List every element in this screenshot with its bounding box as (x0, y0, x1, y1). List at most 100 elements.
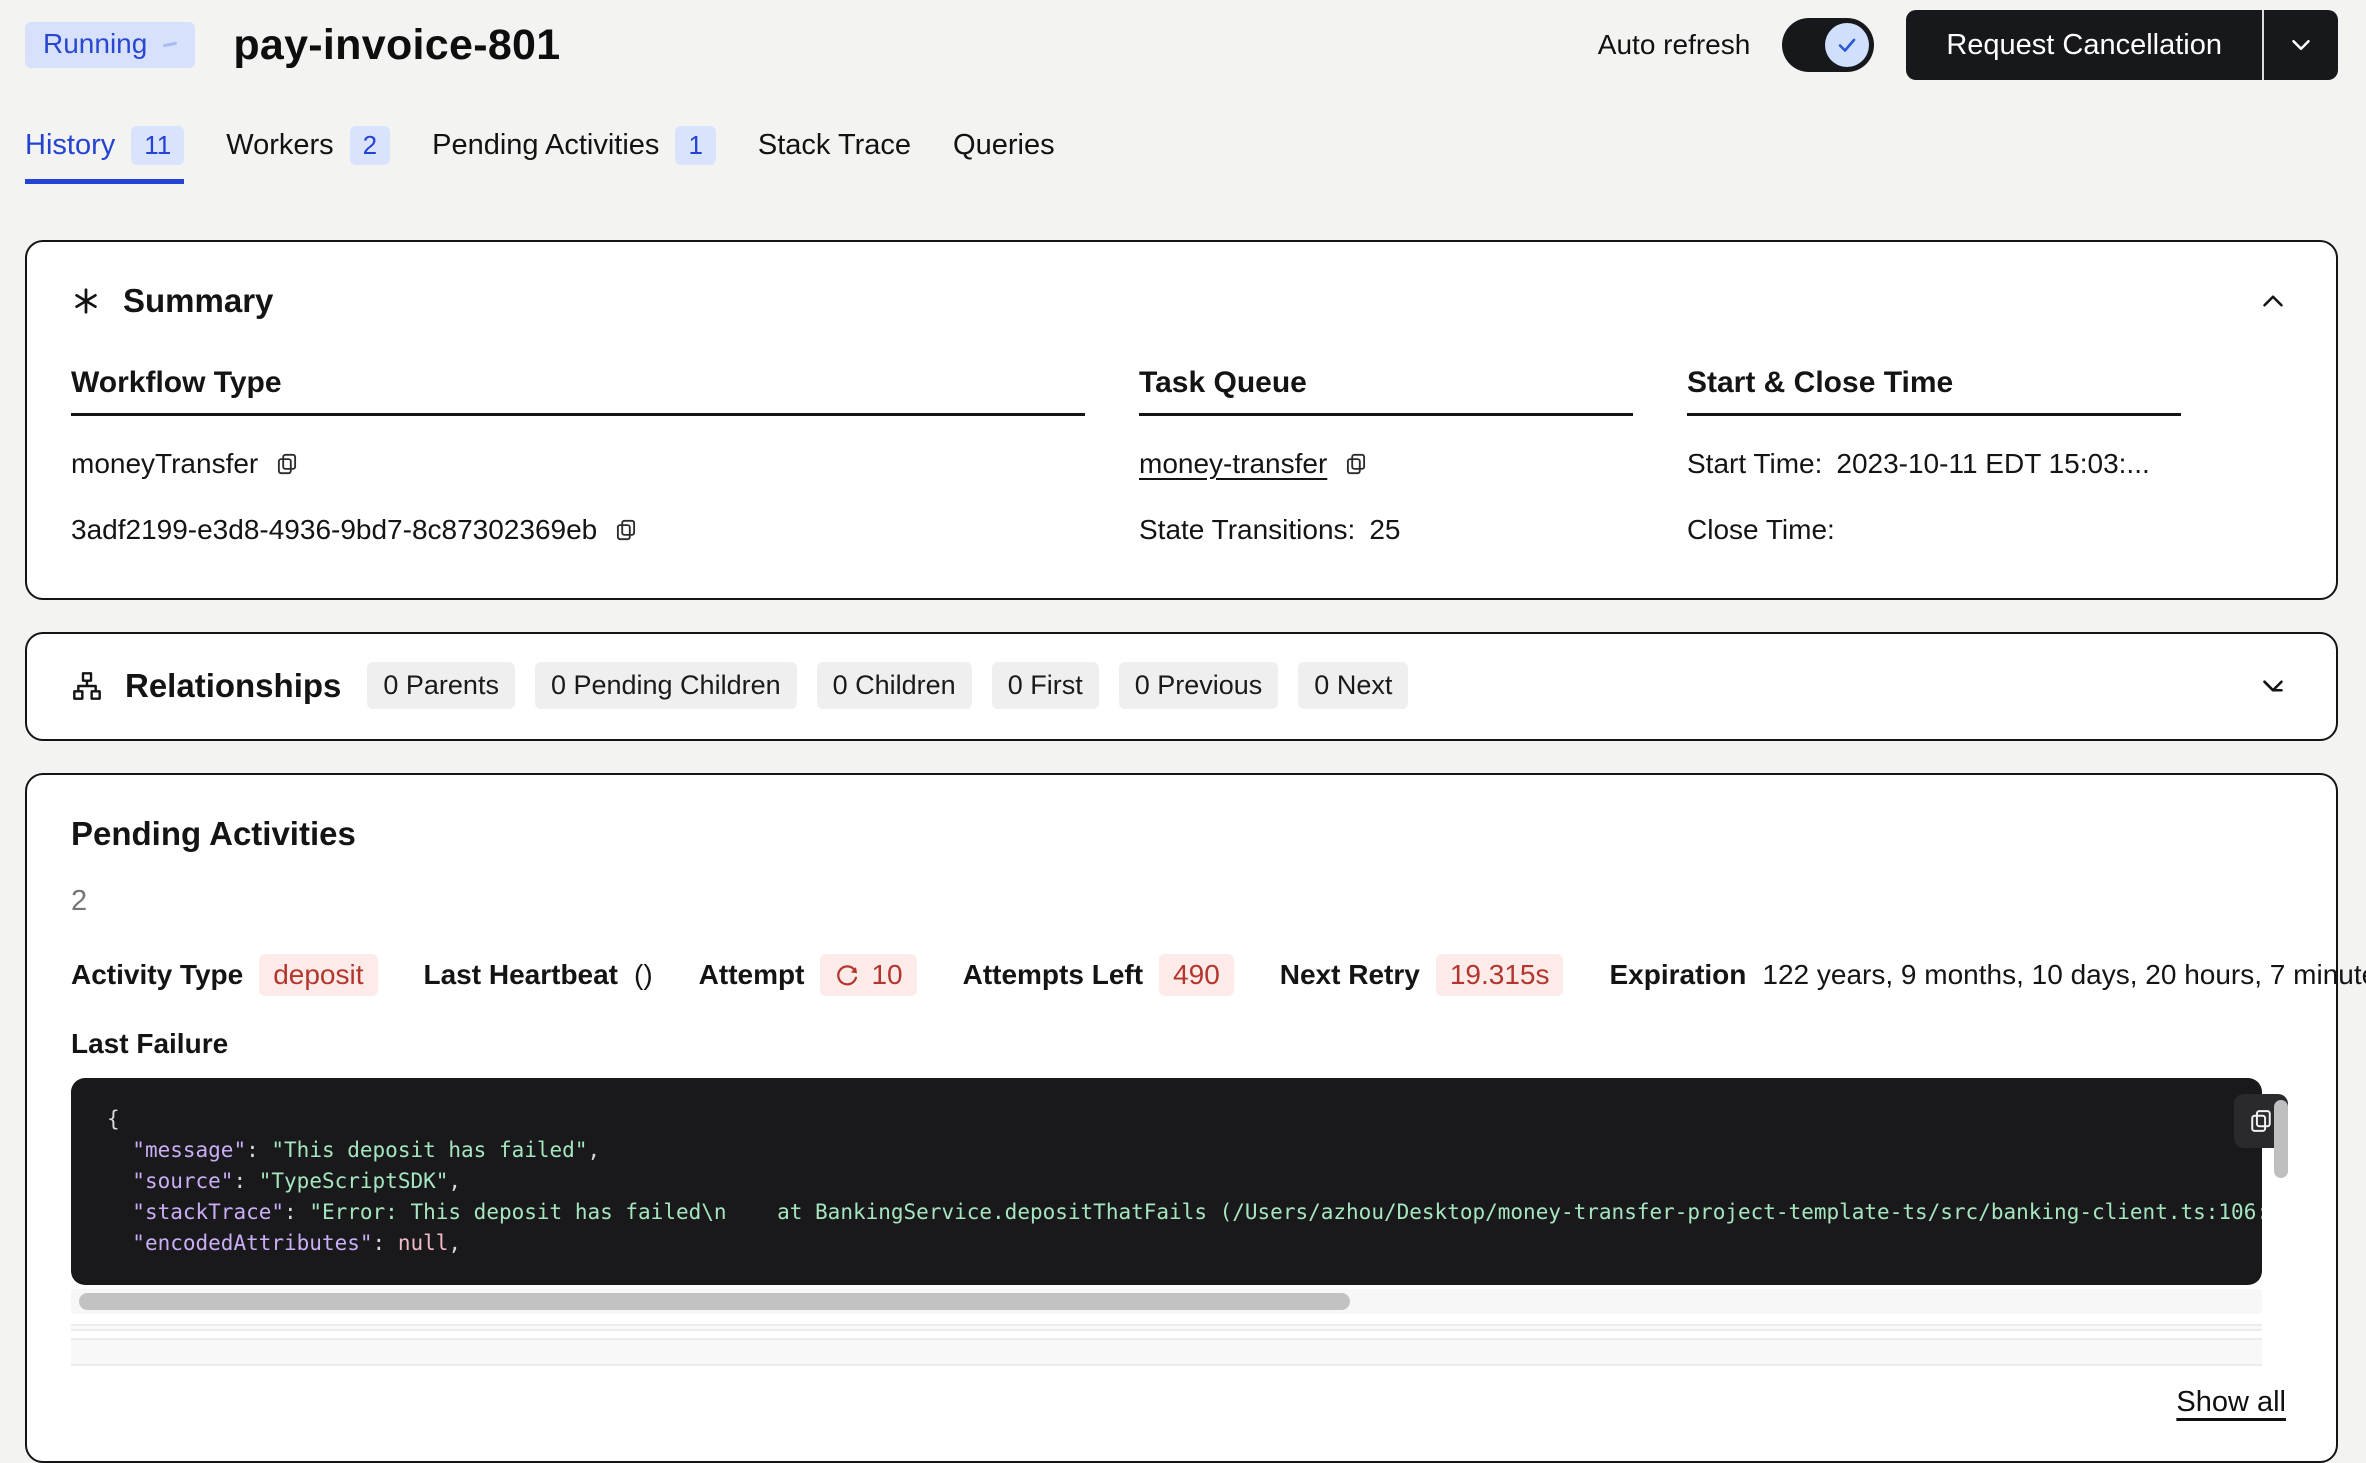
chevron-down-icon (2286, 30, 2316, 60)
code-vertical-scrollbar[interactable] (2274, 1100, 2288, 1178)
attempts-left-label: Attempts Left (963, 959, 1143, 991)
copy-icon (1343, 451, 1369, 477)
tab-stack-trace[interactable]: Stack Trace (758, 126, 911, 184)
request-cancellation-split-button: Request Cancellation (1906, 10, 2338, 80)
copy-run-id-button[interactable] (613, 517, 639, 543)
attempts-left-value-badge: 490 (1159, 954, 1234, 996)
last-failure-code-area: { "message": "This deposit has failed", … (71, 1078, 2292, 1285)
check-icon (1835, 33, 1859, 57)
detail-tabs: History 11 Workers 2 Pending Activities … (25, 126, 2338, 184)
tab-pending-activities-count: 1 (675, 126, 715, 165)
activity-type-value-badge: deposit (259, 954, 377, 996)
start-time-label: Start Time: (1687, 448, 1822, 480)
next-retry-field: Next Retry 19.315s (1280, 954, 1564, 996)
cancellation-menu-button[interactable] (2262, 10, 2338, 80)
request-cancellation-label: Request Cancellation (1946, 29, 2222, 62)
expiration-value: 122 years, 9 months, 10 days, 20 hours, … (1762, 959, 2366, 991)
copy-task-queue-button[interactable] (1343, 451, 1369, 477)
workflow-type-column: Workflow Type moneyTransfer 3adf2199-e3d… (71, 366, 1085, 548)
show-all-row: Show all (71, 1386, 2286, 1419)
tab-queries[interactable]: Queries (953, 126, 1055, 184)
next-retry-value-badge: 19.315s (1436, 954, 1564, 996)
header-actions: Auto refresh Request Cancellation (1598, 10, 2338, 80)
show-all-link[interactable]: Show all (2176, 1386, 2286, 1419)
tab-pending-activities-label: Pending Activities (432, 129, 659, 162)
workflow-detail-page: Running pay-invoice-801 Auto refresh Req… (0, 0, 2366, 1463)
status-indicator-icon (163, 41, 177, 47)
activity-type-field: Activity Type deposit (71, 954, 378, 996)
pending-activities-count: 2 (71, 885, 2292, 918)
run-id-value: 3adf2199-e3d8-4936-9bd7-8c87302369eb (71, 514, 597, 546)
last-failure-label: Last Failure (71, 1028, 2292, 1060)
tab-queries-label: Queries (953, 129, 1055, 162)
code-content: { "message": "This deposit has failed", … (71, 1078, 2262, 1285)
hierarchy-icon (71, 670, 103, 702)
pending-children-badge: 0 Pending Children (535, 662, 797, 709)
chevron-down-icon (2256, 669, 2290, 703)
horizontal-scrollbar-thumb[interactable] (79, 1293, 1350, 1310)
attempt-count: 10 (871, 959, 902, 991)
next-badge: 0 Next (1298, 662, 1408, 709)
relationships-title: Relationships (125, 667, 341, 705)
asterisk-icon (71, 286, 101, 316)
toggle-knob (1825, 23, 1869, 67)
parents-badge: 0 Parents (367, 662, 515, 709)
state-transitions-label: State Transitions: (1139, 514, 1355, 546)
first-badge: 0 First (992, 662, 1099, 709)
previous-badge: 0 Previous (1119, 662, 1279, 709)
relationship-badges: 0 Parents 0 Pending Children 0 Children … (367, 662, 1408, 709)
relationships-expand-button[interactable] (2256, 669, 2290, 703)
attempts-left-field: Attempts Left 490 (963, 954, 1234, 996)
start-time-value: 2023-10-11 EDT 15:03:... (1836, 448, 2149, 480)
copy-icon (274, 451, 300, 477)
tab-workers[interactable]: Workers 2 (226, 126, 390, 184)
collapsed-activity-row (71, 1338, 2262, 1366)
pending-activities-card: Pending Activities 2 Activity Type depos… (25, 773, 2338, 1463)
tab-history-label: History (25, 129, 115, 162)
request-cancellation-button[interactable]: Request Cancellation (1906, 10, 2262, 80)
summary-title: Summary (123, 282, 273, 320)
tab-workers-count: 2 (350, 126, 390, 165)
relationships-card: Relationships 0 Parents 0 Pending Childr… (25, 632, 2338, 741)
collapsed-activity-row (71, 1324, 2262, 1331)
pending-activities-title: Pending Activities (71, 815, 2292, 853)
tab-history[interactable]: History 11 (25, 126, 184, 184)
summary-card: Summary Workflow Type moneyTransfer 3adf… (25, 240, 2338, 600)
auto-refresh-toggle[interactable] (1782, 18, 1874, 72)
copy-icon (2247, 1107, 2275, 1135)
copy-workflow-type-button[interactable] (274, 451, 300, 477)
tab-pending-activities[interactable]: Pending Activities 1 (432, 126, 716, 184)
tab-stack-trace-label: Stack Trace (758, 129, 911, 162)
tab-workers-label: Workers (226, 129, 333, 162)
attempt-field: Attempt 10 (699, 954, 917, 996)
expiration-field: Expiration 122 years, 9 months, 10 days,… (1609, 959, 2366, 991)
pending-activity-fields: Activity Type deposit Last Heartbeat () … (71, 954, 2292, 996)
retry-icon (834, 962, 861, 989)
summary-collapse-button[interactable] (2256, 284, 2290, 318)
last-heartbeat-field: Last Heartbeat () (424, 959, 653, 991)
close-time-label: Close Time: (1687, 514, 1835, 546)
children-badge: 0 Children (817, 662, 972, 709)
summary-columns: Workflow Type moneyTransfer 3adf2199-e3d… (71, 366, 2290, 548)
start-close-time-column: Start & Close Time Start Time: 2023-10-1… (1687, 366, 2181, 548)
workflow-type-value: moneyTransfer (71, 448, 258, 480)
state-transitions-value: 25 (1369, 514, 1400, 546)
attempt-label: Attempt (699, 959, 805, 991)
expiration-label: Expiration (1609, 959, 1746, 991)
attempt-value-badge: 10 (820, 954, 916, 996)
workflow-type-header: Workflow Type (71, 366, 1085, 416)
last-heartbeat-label: Last Heartbeat (424, 959, 619, 991)
status-label: Running (43, 28, 147, 60)
tab-history-count: 11 (131, 126, 184, 165)
chevron-up-icon (2256, 284, 2290, 318)
task-queue-link[interactable]: money-transfer (1139, 448, 1327, 480)
activity-type-label: Activity Type (71, 959, 243, 991)
copy-icon (613, 517, 639, 543)
auto-refresh-label: Auto refresh (1598, 29, 1751, 61)
workflow-header: Running pay-invoice-801 Auto refresh Req… (25, 0, 2338, 70)
page-title: pay-invoice-801 (233, 21, 560, 70)
code-horizontal-scrollbar (71, 1289, 2262, 1314)
status-badge: Running (25, 22, 195, 68)
next-retry-label: Next Retry (1280, 959, 1420, 991)
last-heartbeat-value: () (634, 959, 653, 991)
